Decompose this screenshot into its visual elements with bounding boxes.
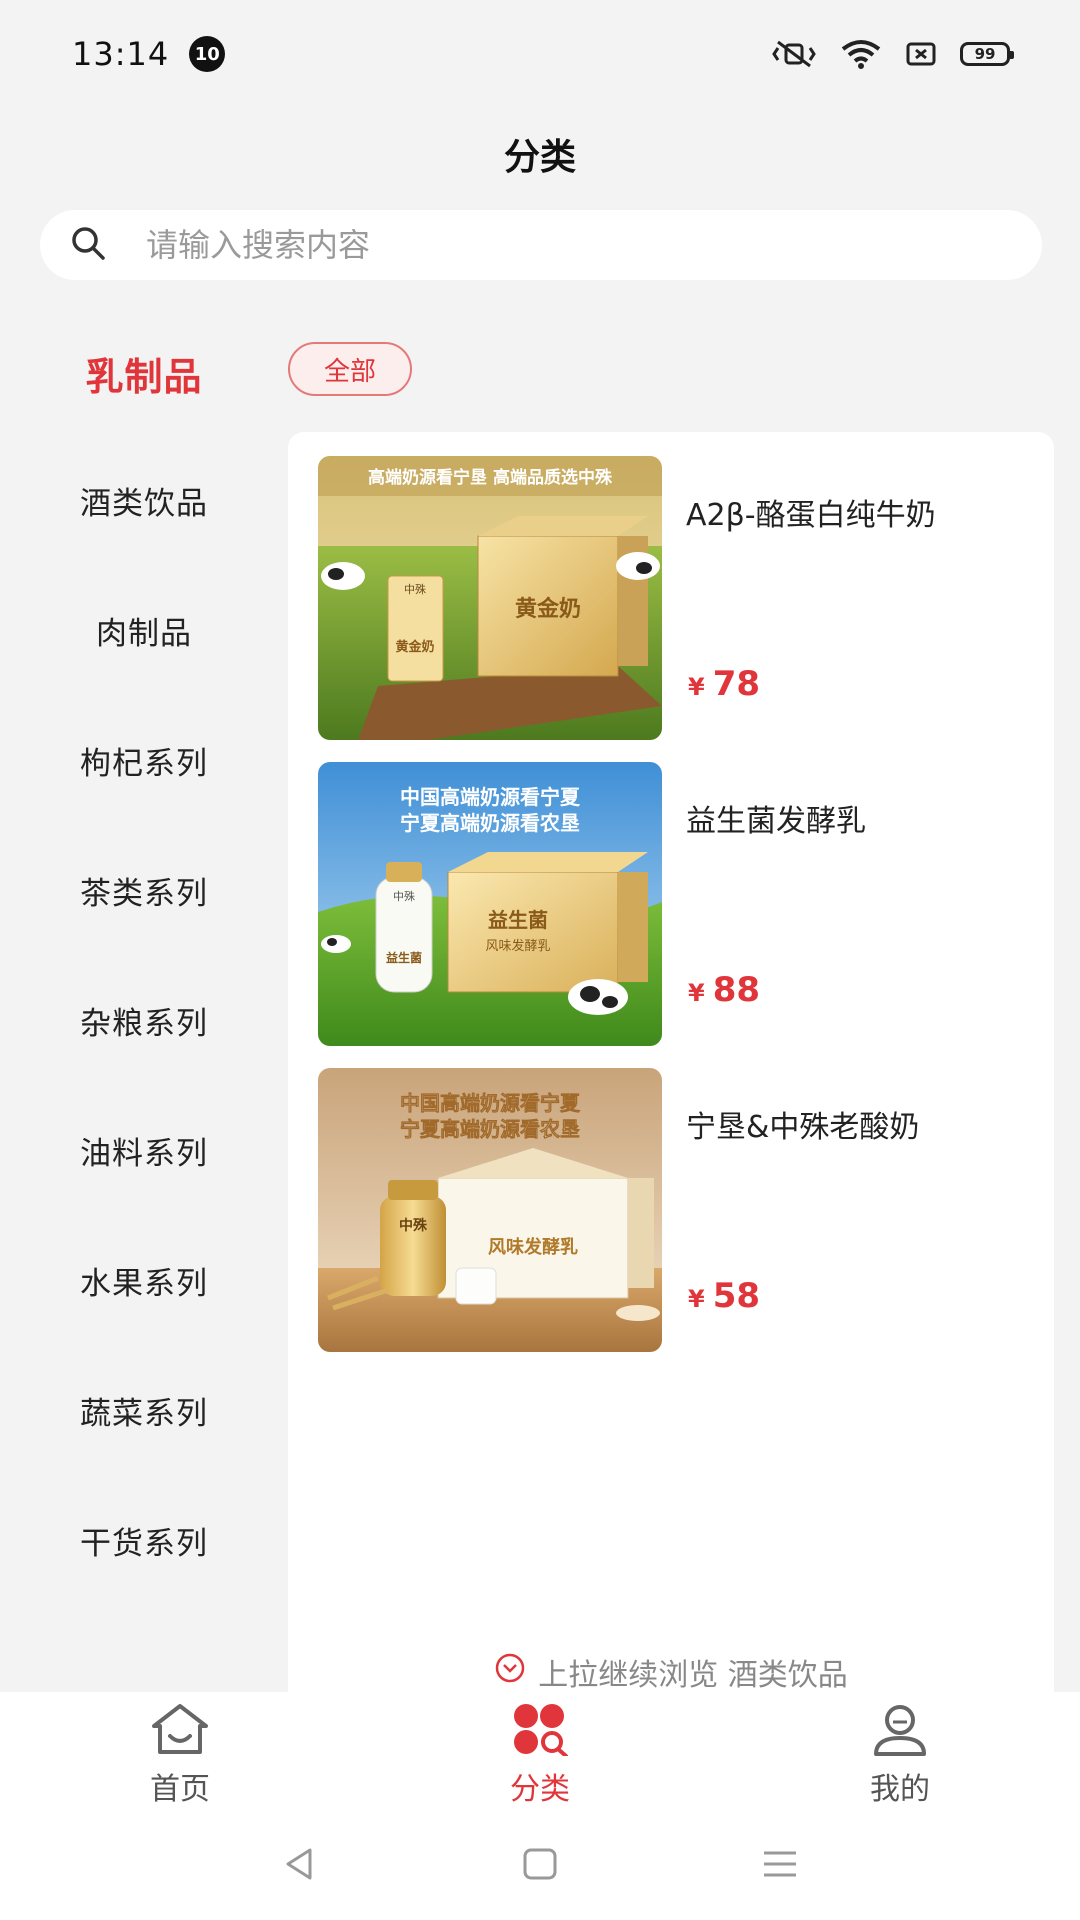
jar-label: 中殊 [399,1217,428,1234]
tab-category-label: 分类 [510,1772,570,1807]
product-image[interactable]: 高端奶源看宁垦 高端品质选中殊 黄金奶 中殊 黄金奶 [318,456,662,740]
box-sublabel: 风味发酵乳 [485,938,550,954]
page-title: 分类 [503,137,576,178]
banner-line1: 中国高端奶源看宁夏 [400,785,581,809]
price-value: 58 [712,1276,761,1316]
sidebar-item-vegetables[interactable]: 蔬菜系列 [0,1388,288,1433]
search-bar[interactable] [40,210,1042,280]
sidebar-item-alcohol[interactable]: 酒类饮品 [0,478,288,523]
sidebar-item-meat[interactable]: 肉制品 [0,608,288,653]
bottle-top-label: 中殊 [404,582,426,596]
status-time: 13:14 [72,35,170,73]
sidebar-item-grains[interactable]: 杂粮系列 [0,998,288,1043]
product-card[interactable]: 高端奶源看宁垦 高端品质选中殊 黄金奶 中殊 黄金奶 A2β-酪蛋白纯牛奶 ¥7… [318,456,1018,740]
category-sidebar: 乳制品 酒类饮品 肉制品 枸杞系列 茶类系列 杂粮系列 油料系列 水果系列 蔬菜… [0,300,288,1692]
banner-line2: 宁夏高端奶源看农垦 [400,1117,580,1141]
currency-symbol: ¥ [688,979,705,1007]
product-name[interactable]: 宁垦&中殊老酸奶 [686,1102,919,1146]
banner-line2: 宁夏高端奶源看农垦 [400,811,580,835]
profile-icon [868,1702,932,1760]
tab-category[interactable]: 分类 [360,1692,720,1812]
box-label: 黄金奶 [515,596,581,622]
box-label: 风味发酵乳 [488,1236,578,1258]
search-input[interactable] [146,226,966,264]
home-icon [148,1702,212,1760]
home-square-icon[interactable] [520,1844,560,1888]
box-label: 益生菌 [488,908,548,932]
notification-badge: 10 [189,36,226,72]
sidebar-item-goji[interactable]: 枸杞系列 [0,738,288,783]
search-icon [70,225,106,265]
bottom-tab-bar: 首页 分类 我的 [0,1692,1080,1812]
sim-icon [906,41,936,67]
sidebar-item-dairy[interactable]: 乳制品 [0,346,288,401]
currency-symbol: ¥ [688,673,705,701]
product-panel: 高端奶源看宁垦 高端品质选中殊 黄金奶 中殊 黄金奶 A2β-酪蛋白纯牛奶 ¥7… [288,432,1054,1692]
tab-home[interactable]: 首页 [0,1692,360,1812]
bottle-label: 黄金奶 [395,639,434,655]
back-icon[interactable] [280,1844,320,1888]
tab-profile-label: 我的 [870,1772,930,1807]
sidebar-item-dried-goods[interactable]: 干货系列 [0,1518,288,1563]
chevron-down-circle-icon [494,1652,526,1692]
currency-symbol: ¥ [688,1285,705,1313]
tab-profile[interactable]: 我的 [720,1692,1080,1812]
wifi-icon [840,39,882,69]
sidebar-item-fruit[interactable]: 水果系列 [0,1258,288,1303]
battery-icon: 99 [960,42,1014,66]
vibrate-off-icon [772,39,816,69]
category-icon [508,1702,572,1760]
product-name[interactable]: A2β-酪蛋白纯牛奶 [686,490,936,534]
pull-up-hint-text: 上拉继续浏览 酒类饮品 [538,1658,848,1693]
price-value: 78 [712,664,761,704]
tab-home-label: 首页 [150,1772,210,1807]
product-price: ¥88 [688,970,760,1010]
banner-text: 高端奶源看宁垦 高端品质选中殊 [368,467,613,488]
product-image[interactable]: 中国高端奶源看宁夏 宁夏高端奶源看农垦 风味发酵乳 中殊 [318,1068,662,1352]
bottle-top-label: 中殊 [393,889,415,903]
pull-up-hint[interactable]: 上拉继续浏览 酒类饮品 [288,1650,1054,1694]
bottle-label: 益生菌 [386,950,422,965]
banner-line1: 中国高端奶源看宁夏 [400,1091,581,1115]
product-price: ¥58 [688,1276,760,1316]
filter-chip-all[interactable]: 全部 [288,342,412,396]
system-nav-bar [0,1812,1080,1920]
price-value: 88 [712,970,761,1010]
product-card[interactable]: 中国高端奶源看宁夏 宁夏高端奶源看农垦 益生菌 风味发酵乳 中殊 益生菌 益生菌… [318,762,1018,1046]
sidebar-item-tea[interactable]: 茶类系列 [0,868,288,913]
sidebar-item-oil[interactable]: 油料系列 [0,1128,288,1173]
product-card[interactable]: 中国高端奶源看宁夏 宁夏高端奶源看农垦 风味发酵乳 中殊 宁垦&中殊老酸奶 ¥5… [318,1068,1018,1352]
product-name[interactable]: 益生菌发酵乳 [686,796,866,840]
menu-icon[interactable] [760,1844,800,1888]
product-price: ¥78 [688,664,760,704]
product-image[interactable]: 中国高端奶源看宁夏 宁夏高端奶源看农垦 益生菌 风味发酵乳 中殊 益生菌 [318,762,662,1046]
status-bar: 13:14 10 99 [0,0,1080,108]
